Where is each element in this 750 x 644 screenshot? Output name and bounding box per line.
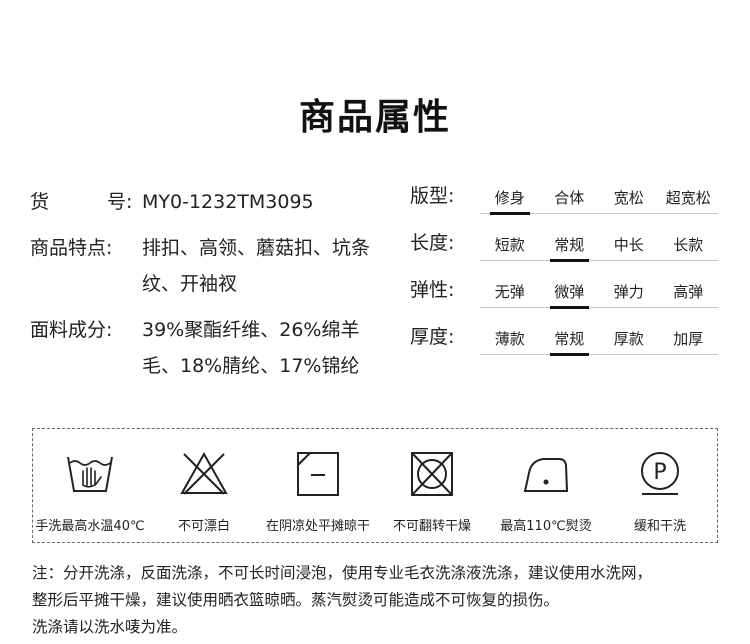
care-label: 不可翻转干燥 <box>392 519 471 534</box>
care-label: 不可漂白 <box>177 519 230 534</box>
care-instructions: 手洗最高水温40℃ 不可漂白 在阴凉处平摊晾干 不可翻转干燥 最高110℃熨烫 <box>32 428 718 543</box>
spec-option: 无弹 <box>494 283 525 301</box>
fabric-value: 39%聚酯纤维、26%绵羊毛、18%腈纶、17%锦纶 <box>142 319 360 377</box>
spec-option: 高弹 <box>673 283 704 301</box>
spec-option: 薄款 <box>494 330 525 348</box>
spec-option: 短款 <box>494 236 525 254</box>
spec-option: 厚款 <box>613 330 644 348</box>
hand-wash-icon <box>67 456 113 492</box>
spec-options: 修身 合体 宽松 超宽松 <box>480 183 718 215</box>
spec-option: 加厚 <box>673 330 704 348</box>
spec-label: 版型: <box>410 185 455 207</box>
item-number-label-a: 货 <box>30 191 50 213</box>
features-value: 排扣、高领、蘑菇扣、坑条纹、开袖衩 <box>142 237 371 295</box>
care-label: 在阴凉处平摊晾干 <box>265 519 370 534</box>
spec-option: 常规 <box>540 324 600 356</box>
care-item: 不可漂白 <box>147 429 261 542</box>
item-number-colon: : <box>126 191 133 213</box>
dry-flat-in-shade-icon <box>297 452 339 496</box>
fabric-label: 面料成分: <box>30 319 113 341</box>
spec-options: 短款 常规 中长 长款 <box>480 230 718 262</box>
note-line: 洗涤请以洗水唛为准。 <box>32 618 188 636</box>
care-label: 缓和干洗 <box>633 519 686 534</box>
dry-clean-letter: P <box>653 460 666 485</box>
spec-row-thickness: 厚度: 薄款 常规 厚款 加厚 <box>410 319 720 356</box>
note-line: 注：分开洗涤，反面洗涤，不可长时间浸泡，使用专业毛衣洗涤液洗涤，建议使用水洗网， <box>32 564 653 582</box>
spec-label: 厚度: <box>410 326 455 348</box>
care-label: 最高110℃熨烫 <box>500 519 592 534</box>
spec-option: 常规 <box>540 230 600 262</box>
do-not-tumble-dry-icon <box>411 452 453 496</box>
gentle-dry-clean-icon: P <box>641 452 679 495</box>
note-line: 整形后平摊干燥，建议使用晒衣篮晾晒。蒸汽熨烫可能造成不可恢复的损伤。 <box>32 591 560 609</box>
features-label: 商品特点: <box>30 237 113 259</box>
spec-label: 弹性: <box>410 279 455 301</box>
care-item: 在阴凉处平摊晾干 <box>261 429 375 542</box>
fabric-row: 面料成分: 39%聚酯纤维、26%绵羊毛、18%腈纶、17%锦纶 <box>30 312 390 384</box>
spec-option: 弹力 <box>613 283 644 301</box>
care-item: P 缓和干洗 <box>603 429 717 542</box>
spec-row-elasticity: 弹性: 无弹 微弹 弹力 高弹 <box>410 272 720 309</box>
spec-label: 长度: <box>410 232 455 254</box>
features-row: 商品特点: 排扣、高领、蘑菇扣、坑条纹、开袖衩 <box>30 230 390 302</box>
spec-table: 版型: 修身 合体 宽松 超宽松 长度: 短款 常规 中长 长款 弹性: 无弹 … <box>410 178 720 366</box>
care-item: 不可翻转干燥 <box>375 429 489 542</box>
spec-option: 超宽松 <box>665 189 711 207</box>
item-number-label-b: 号 <box>106 191 126 213</box>
care-item: 最高110℃熨烫 <box>489 429 603 542</box>
care-label: 手洗最高水温40℃ <box>35 519 145 534</box>
product-properties: 货 号 : MY0-1232TM3095 商品特点: 排扣、高领、蘑菇扣、坑条纹… <box>30 184 390 384</box>
spec-row-length: 长度: 短款 常规 中长 长款 <box>410 225 720 262</box>
page-title: 商品属性 <box>298 97 451 138</box>
spec-option: 长款 <box>673 236 704 254</box>
spec-options: 薄款 常规 厚款 加厚 <box>480 324 718 356</box>
spec-option: 中长 <box>613 236 644 254</box>
spec-option: 宽松 <box>613 189 644 207</box>
spec-row-fit: 版型: 修身 合体 宽松 超宽松 <box>410 178 720 215</box>
care-note: 注：分开洗涤，反面洗涤，不可长时间浸泡，使用专业毛衣洗涤液洗涤，建议使用水洗网，… <box>32 560 732 641</box>
item-number-row: 货 号 : MY0-1232TM3095 <box>30 184 390 220</box>
care-item: 手洗最高水温40℃ <box>33 429 147 542</box>
spec-option: 合体 <box>554 189 585 207</box>
iron-110-icon <box>523 458 569 492</box>
item-number-value: MY0-1232TM3095 <box>142 191 314 213</box>
spec-option: 微弹 <box>540 277 600 309</box>
do-not-bleach-icon <box>180 451 228 495</box>
spec-option: 修身 <box>480 183 540 215</box>
spec-options: 无弹 微弹 弹力 高弹 <box>480 277 718 309</box>
